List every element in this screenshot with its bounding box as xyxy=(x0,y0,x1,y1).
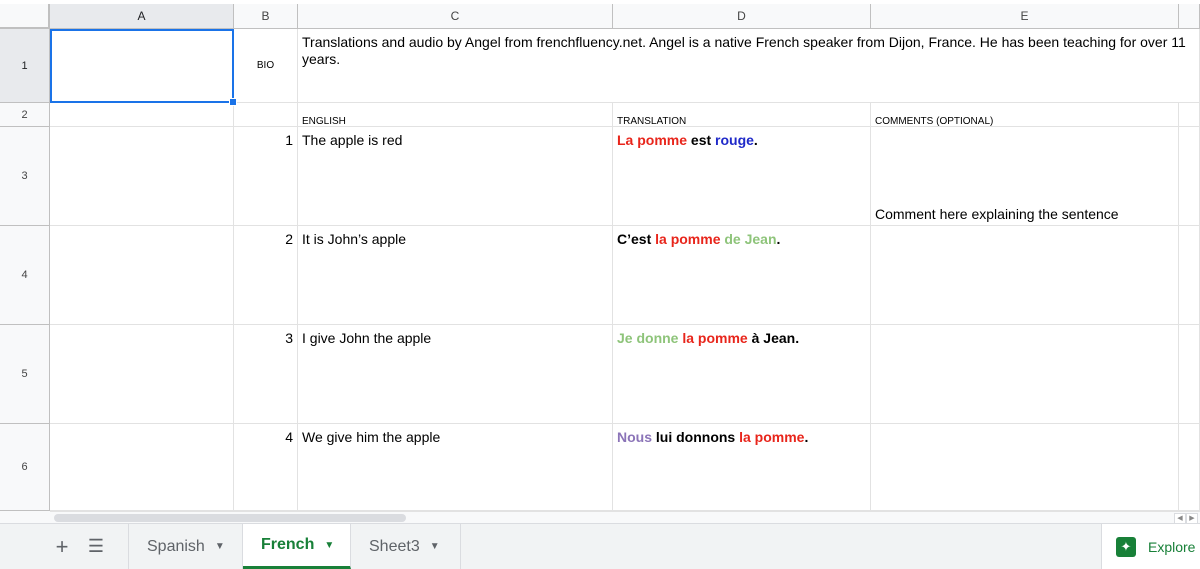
sheet-tab-label: Sheet3 xyxy=(369,537,420,555)
translation-segment: rouge xyxy=(715,132,754,148)
translation-segment: . xyxy=(776,231,781,247)
cell-c4[interactable]: It is John’s apple xyxy=(298,226,613,325)
cell-e3[interactable]: Comment here explaining the sentence xyxy=(871,127,1179,226)
translation-segment: La pomme xyxy=(617,132,688,148)
chevron-down-icon[interactable]: ▼ xyxy=(215,541,225,552)
translation-segment: la pomme xyxy=(682,330,748,346)
translation-segment: Nous xyxy=(617,429,652,445)
cell-b4[interactable]: 2 xyxy=(234,226,298,325)
column-header-a[interactable]: A xyxy=(50,4,234,29)
plus-icon[interactable]: + xyxy=(48,524,76,569)
column-header-f[interactable] xyxy=(1179,4,1200,29)
cell-e2[interactable]: COMMENTS (OPTIONAL) xyxy=(871,103,1179,127)
sheet-tab-label: French xyxy=(261,536,315,553)
column-header-b[interactable]: B xyxy=(234,4,298,29)
cell-b1[interactable]: BIO xyxy=(234,29,298,103)
translation-segment: à Jean. xyxy=(747,330,800,346)
spreadsheet-grid: A B C D E 1 2 3 4 5 6 BIO Translations a… xyxy=(0,0,1200,511)
translation-segment: la pomme xyxy=(655,231,721,247)
translation-segment: la pomme xyxy=(739,429,805,445)
cell-d4[interactable]: C’est la pomme de Jean. xyxy=(613,226,871,325)
cell-b5[interactable]: 3 xyxy=(234,325,298,424)
cell-c6[interactable]: We give him the apple xyxy=(298,424,613,511)
translation-segment: lui donnons xyxy=(652,429,740,445)
explore-button[interactable]: ✦ Explore xyxy=(1101,524,1200,569)
cell-f3[interactable] xyxy=(1179,127,1200,226)
cell-a4[interactable] xyxy=(50,226,234,325)
explore-icon: ✦ xyxy=(1116,536,1136,557)
cell-a2[interactable] xyxy=(50,103,234,127)
cell-d5[interactable]: Je donne la pomme à Jean. xyxy=(613,325,871,424)
cell-c2[interactable]: ENGLISH xyxy=(298,103,613,127)
cell-b2[interactable] xyxy=(234,103,298,127)
chevron-down-icon[interactable]: ▼ xyxy=(324,540,334,551)
cell-d6[interactable]: Nous lui donnons la pomme. xyxy=(613,424,871,511)
sheet-tab-french[interactable]: French ▼ xyxy=(243,524,351,569)
cell-b3[interactable]: 1 xyxy=(234,127,298,226)
cell-e5[interactable] xyxy=(871,325,1179,424)
cell-f6[interactable] xyxy=(1179,424,1200,511)
scrollbar-spacer xyxy=(0,511,50,523)
cell-f5[interactable] xyxy=(1179,325,1200,424)
column-header-c[interactable]: C xyxy=(298,4,613,29)
comment-text: Comment here explaining the sentence xyxy=(875,206,1119,222)
cell-f4[interactable] xyxy=(1179,226,1200,325)
row-header-2[interactable]: 2 xyxy=(0,103,50,127)
cell-c3[interactable]: The apple is red xyxy=(298,127,613,226)
cell-e4[interactable] xyxy=(871,226,1179,325)
column-header-d[interactable]: D xyxy=(613,4,871,29)
cell-e6[interactable] xyxy=(871,424,1179,511)
translation-segment: Je donne xyxy=(617,330,683,346)
cell-f2[interactable] xyxy=(1179,103,1200,127)
row-header-6[interactable]: 6 xyxy=(0,424,50,511)
explore-label: Explore xyxy=(1148,538,1196,555)
fill-handle[interactable] xyxy=(229,98,237,106)
select-all-corner[interactable] xyxy=(0,4,50,29)
translation-segment: C’est xyxy=(617,231,656,247)
translation-segment: . xyxy=(804,429,809,445)
row-header-4[interactable]: 4 xyxy=(0,226,50,325)
cell-a6[interactable] xyxy=(50,424,234,511)
cell-a3[interactable] xyxy=(50,127,234,226)
row-header-1[interactable]: 1 xyxy=(0,29,50,103)
sheet-tab-sheet3[interactable]: Sheet3 ▼ xyxy=(351,524,461,569)
cell-c5[interactable]: I give John the apple xyxy=(298,325,613,424)
list-icon[interactable]: ☰ xyxy=(82,524,110,569)
bio-label: BIO xyxy=(256,60,275,71)
sheet-tab-label: Spanish xyxy=(147,537,205,555)
bio-text: Translations and audio by Angel from fre… xyxy=(302,34,1186,67)
cell-d2[interactable]: TRANSLATION xyxy=(613,103,871,127)
cell-c1[interactable]: Translations and audio by Angel from fre… xyxy=(298,29,1200,103)
chevron-down-icon[interactable]: ▼ xyxy=(430,541,440,552)
cell-d3[interactable]: La pomme est rouge. xyxy=(613,127,871,226)
scrollbar-thumb[interactable] xyxy=(54,514,406,522)
column-header-e[interactable]: E xyxy=(871,4,1179,29)
translation-segment: est xyxy=(687,132,716,148)
sheet-tabs-bar: + ☰ Spanish ▼ French ▼ Sheet3 ▼ ✦ Explore xyxy=(0,523,1200,569)
sheet-tab-spanish[interactable]: Spanish ▼ xyxy=(128,524,243,569)
row-header-3[interactable]: 3 xyxy=(0,127,50,226)
translation-segment: de Jean xyxy=(720,231,777,247)
active-cell-selection xyxy=(50,29,234,103)
translation-segment: . xyxy=(753,132,758,148)
row-header-5[interactable]: 5 xyxy=(0,325,50,424)
cell-a5[interactable] xyxy=(50,325,234,424)
cell-b6[interactable]: 4 xyxy=(234,424,298,511)
